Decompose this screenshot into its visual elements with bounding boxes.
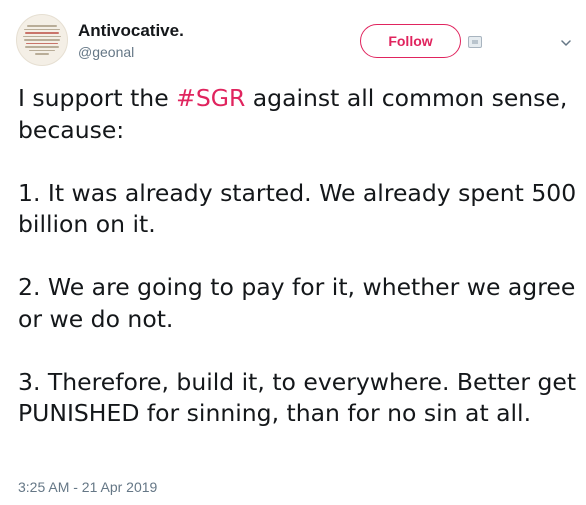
avatar-text-line	[25, 46, 59, 48]
avatar-text-line	[35, 53, 49, 55]
avatar-text-line	[23, 35, 61, 38]
avatar-text-line	[25, 32, 59, 34]
avatar-text-line	[26, 42, 58, 45]
tweet-intro: I support the #SGR against all common se…	[18, 83, 580, 146]
avatar[interactable]	[16, 14, 68, 66]
tweet-card: Antivocative. @geonal Follow I support t…	[0, 0, 586, 505]
tweet-point-1: 1. It was already started. We already sp…	[18, 178, 577, 239]
display-name[interactable]: Antivocative.	[78, 21, 184, 41]
avatar-text-line	[27, 25, 57, 27]
small-badge-icon	[468, 36, 482, 48]
avatar-text-line	[29, 49, 55, 52]
chevron-down-icon[interactable]	[561, 38, 571, 48]
avatar-text-line	[24, 28, 60, 31]
user-handle[interactable]: @geonal	[78, 44, 134, 60]
hashtag-link[interactable]: #SGR	[176, 84, 245, 112]
avatar-text-line	[24, 39, 60, 41]
tweet-intro-prefix: I support the	[18, 84, 177, 112]
tweet-text: I support the #SGR against all common se…	[18, 83, 580, 430]
follow-button[interactable]: Follow	[360, 24, 461, 58]
tweet-point-3: 3. Therefore, build it, to everywhere. B…	[18, 367, 577, 428]
tweet-timestamp[interactable]: 3:25 AM - 21 Apr 2019	[18, 479, 157, 495]
tweet-point-2: 2. We are going to pay for it, whether w…	[18, 273, 576, 333]
